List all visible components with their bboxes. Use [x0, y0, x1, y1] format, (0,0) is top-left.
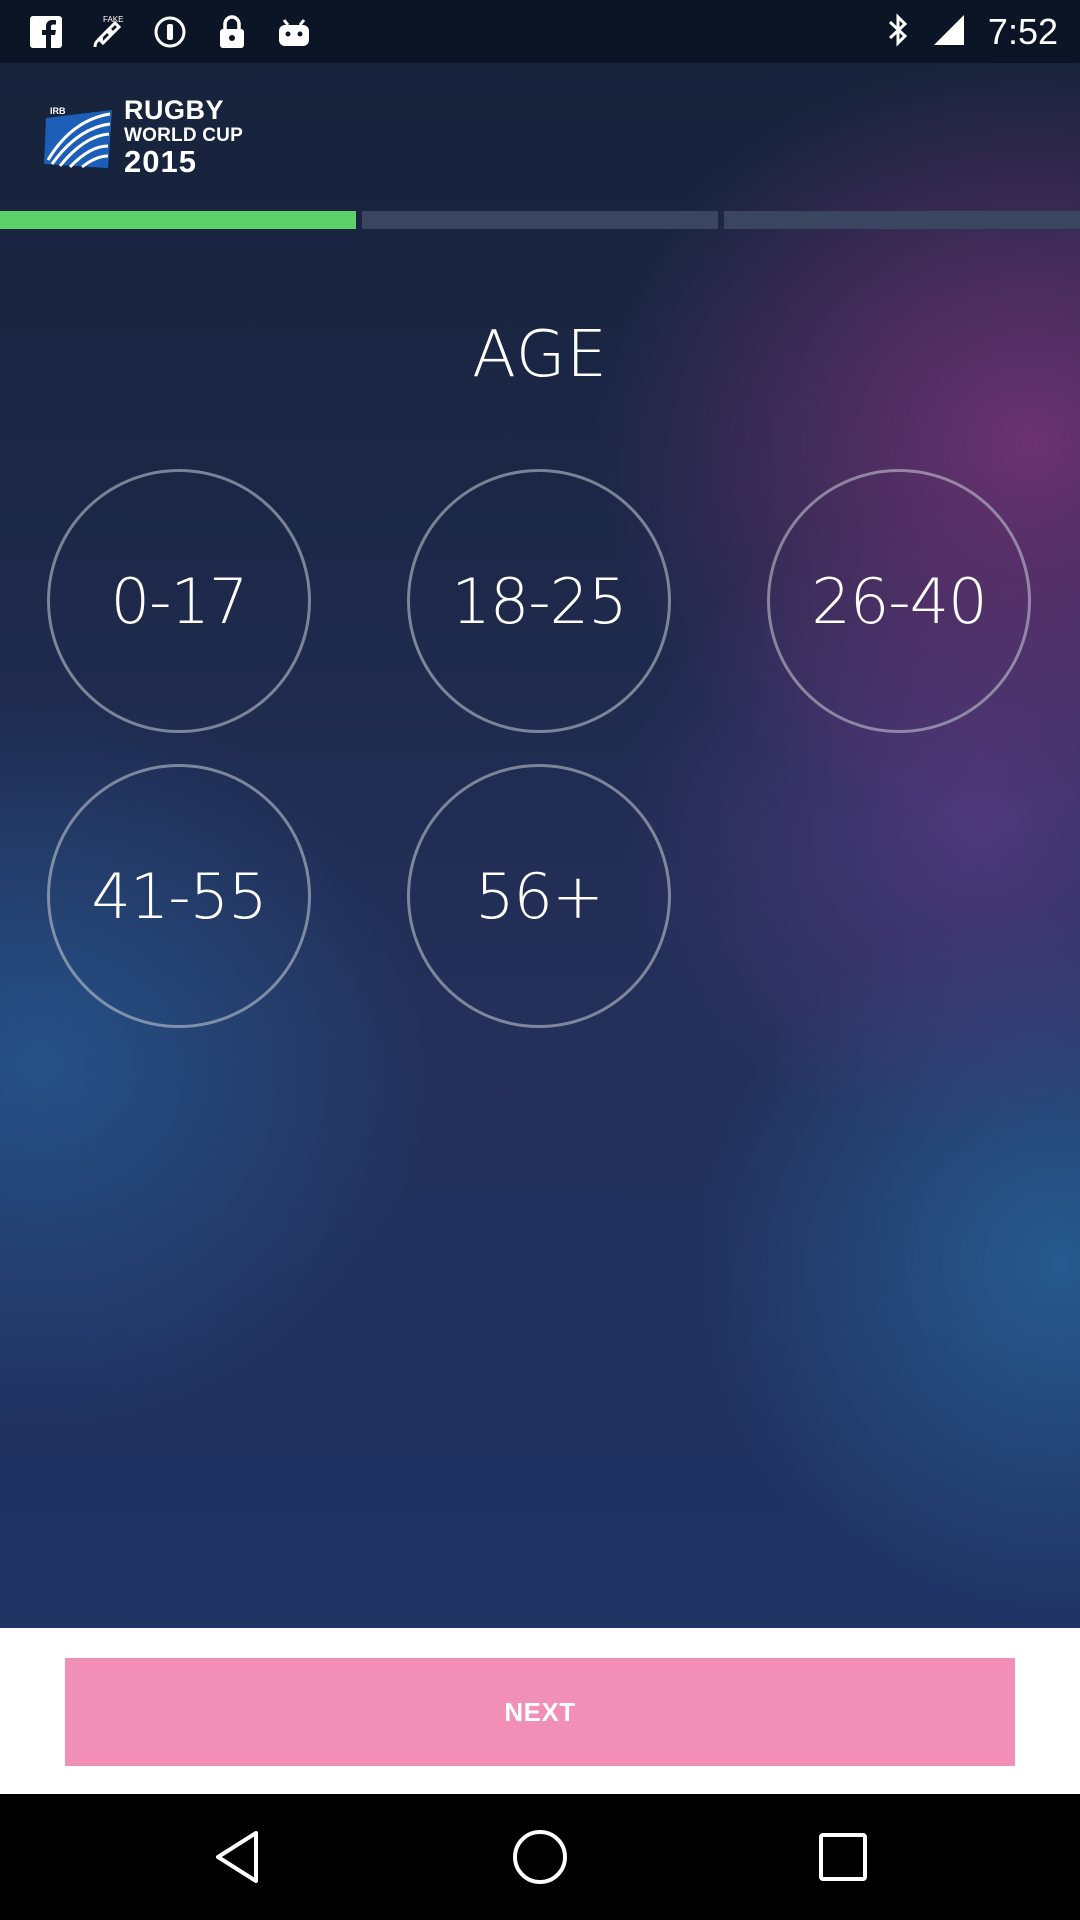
status-bar: FAKE 7:52	[0, 0, 1080, 63]
rugby-ball-logo-icon: IRB	[44, 106, 112, 169]
age-option-0-17[interactable]: 0-17	[47, 469, 311, 733]
next-button[interactable]: NEXT	[65, 1658, 1015, 1766]
progress-segment-1	[0, 211, 356, 229]
android-icon	[274, 12, 314, 52]
fake-gps-icon: FAKE	[88, 12, 128, 52]
info-icon	[150, 12, 190, 52]
navigation-bar	[0, 1794, 1080, 1920]
header: IRB RUGBY WORLD CUP 2015	[0, 63, 1080, 211]
progress-segment-3	[724, 211, 1080, 229]
logo-line-rugby: RUGBY	[124, 95, 225, 125]
back-icon[interactable]	[206, 1826, 268, 1888]
facebook-icon	[26, 12, 66, 52]
progress-segment-2	[362, 211, 718, 229]
clock: 7:52	[987, 11, 1058, 52]
lock-icon	[212, 12, 252, 52]
logo-text: RUGBY WORLD CUP 2015	[124, 95, 243, 179]
bluetooth-icon	[886, 12, 910, 53]
step-progress-bar	[0, 211, 1080, 229]
age-option-41-55[interactable]: 41-55	[47, 764, 311, 1028]
status-icons: FAKE	[26, 12, 314, 52]
status-right: 7:52	[886, 10, 1058, 54]
recent-apps-icon[interactable]	[812, 1826, 874, 1888]
rugby-world-cup-logo: IRB RUGBY WORLD CUP 2015	[42, 97, 243, 177]
age-option-26-40[interactable]: 26-40	[767, 469, 1031, 733]
footer: NEXT	[0, 1628, 1080, 1794]
svg-text:FAKE: FAKE	[103, 15, 123, 24]
age-option-18-25[interactable]: 18-25	[407, 469, 671, 733]
age-option-56-plus[interactable]: 56+	[407, 764, 671, 1028]
svg-text:IRB: IRB	[50, 106, 66, 116]
question-title: AGE	[472, 318, 608, 392]
signal-icon	[932, 13, 966, 52]
logo-line-world-cup: WORLD CUP	[124, 125, 243, 146]
app-screen: IRB RUGBY WORLD CUP 2015 AGE 0-17 18-25 …	[0, 63, 1080, 1794]
home-icon[interactable]	[509, 1826, 571, 1888]
logo-line-year: 2015	[124, 144, 197, 179]
